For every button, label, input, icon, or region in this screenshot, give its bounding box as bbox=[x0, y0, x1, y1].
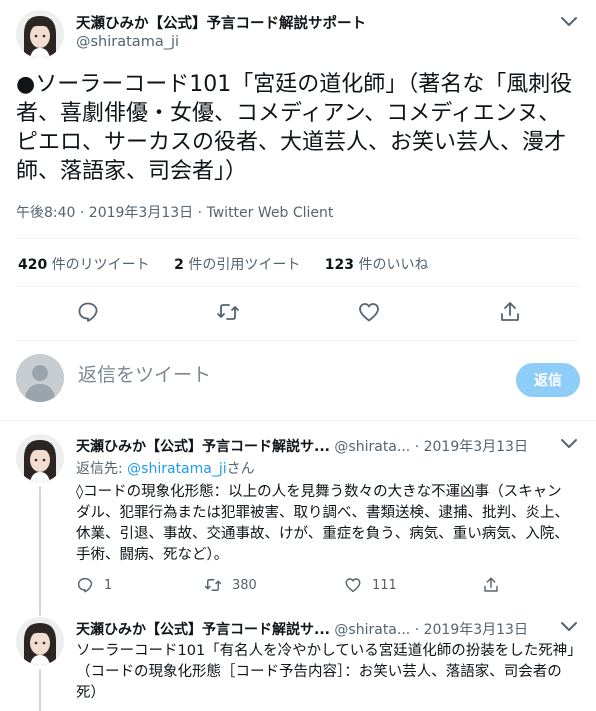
reply-date[interactable]: 2019年3月13日 bbox=[424, 439, 528, 455]
reply-button[interactable]: 返信 bbox=[516, 363, 580, 397]
thread-line bbox=[39, 669, 41, 711]
divider bbox=[0, 420, 596, 421]
share-icon bbox=[484, 577, 498, 592]
author-handle[interactable]: @shiratama_ji bbox=[76, 34, 179, 50]
quote-stat[interactable]: 2 件の引用ツイート bbox=[174, 257, 300, 273]
separator-dot: · bbox=[414, 622, 420, 638]
chevron-down-icon[interactable] bbox=[560, 621, 578, 633]
retweet-count: 380 bbox=[232, 577, 257, 593]
reply-to-link[interactable]: @shiratama_ji bbox=[127, 461, 226, 477]
retweet-icon[interactable] bbox=[216, 300, 240, 324]
divider bbox=[16, 340, 580, 341]
chevron-down-icon[interactable] bbox=[560, 16, 578, 28]
author-name[interactable]: 天瀬ひみか【公式】予言コード解説サポート bbox=[76, 12, 366, 33]
chevron-down-icon[interactable] bbox=[560, 438, 578, 450]
tweet-text: ●ソーラーコード101「宮廷の道化師」（著名な「風刺役者、喜劇俳優・女優、コメデ… bbox=[16, 72, 573, 184]
reply-text: ソーラーコード101「有名人を冷やかしている宮廷道化師の扮装をした死神」（コード… bbox=[76, 643, 575, 701]
reply-icon bbox=[77, 577, 93, 593]
tweet-stats: 420 件のリツイート 2 件の引用ツイート 123 件のいいね bbox=[18, 254, 448, 274]
retweet-action[interactable]: 380 bbox=[204, 574, 257, 596]
share-action[interactable] bbox=[482, 574, 510, 596]
reply-tweet[interactable]: 天瀬ひみか【公式】予言コード解説サ... @shirata... · 2019年… bbox=[16, 434, 580, 616]
avatar bbox=[16, 354, 64, 402]
like-count: 111 bbox=[372, 577, 397, 593]
thread-line bbox=[39, 486, 41, 616]
author-handle[interactable]: @shirata... bbox=[334, 622, 410, 638]
reply-icon[interactable] bbox=[76, 300, 100, 324]
reply-header: 天瀬ひみか【公式】予言コード解説サ... @shirata... · 2019年… bbox=[76, 436, 580, 455]
separator-dot: · bbox=[414, 439, 420, 455]
reply-header: 天瀬ひみか【公式】予言コード解説サ... @shirata... · 2019年… bbox=[76, 619, 580, 638]
reply-date[interactable]: 2019年3月13日 bbox=[424, 622, 528, 638]
author-name[interactable]: 天瀬ひみか【公式】予言コード解説サ... bbox=[76, 622, 330, 638]
reply-input[interactable] bbox=[78, 364, 458, 386]
like-icon[interactable] bbox=[357, 300, 381, 324]
like-icon bbox=[345, 578, 361, 593]
main-tweet-header: 天瀬ひみか【公式】予言コード解説サポート @shiratama_ji bbox=[16, 8, 580, 60]
avatar[interactable] bbox=[16, 434, 64, 482]
tweet-actions bbox=[16, 296, 580, 330]
share-icon[interactable] bbox=[498, 300, 522, 324]
reply-actions: 1 380 111 bbox=[76, 574, 516, 596]
like-action[interactable]: 111 bbox=[344, 574, 397, 596]
retweet-stat[interactable]: 420 件のリツイート bbox=[18, 257, 150, 273]
like-stat[interactable]: 123 件のいいね bbox=[325, 257, 429, 273]
reply-action[interactable]: 1 bbox=[76, 574, 112, 596]
tweet-timestamp[interactable]: 午後8:40 · 2019年3月13日 · Twitter Web Client bbox=[16, 202, 333, 222]
reply-to: 返信先: @shiratama_jiさん bbox=[76, 461, 255, 477]
reply-text: ◊コードの現象化形態：以上の人を見舞う数々の大きな不運凶事（スキャンダル、犯罪行… bbox=[76, 484, 569, 563]
author-handle[interactable]: @shirata... bbox=[334, 439, 410, 455]
reply-composer: 返信 bbox=[16, 352, 580, 408]
divider bbox=[16, 238, 580, 239]
reply-count: 1 bbox=[104, 577, 113, 593]
avatar[interactable] bbox=[16, 10, 64, 58]
avatar[interactable] bbox=[16, 617, 64, 665]
reply-tweet[interactable]: 天瀬ひみか【公式】予言コード解説サ... @shirata... · 2019年… bbox=[16, 617, 580, 711]
author-name[interactable]: 天瀬ひみか【公式】予言コード解説サ... bbox=[76, 439, 330, 455]
retweet-icon bbox=[204, 579, 222, 591]
divider bbox=[16, 286, 580, 287]
